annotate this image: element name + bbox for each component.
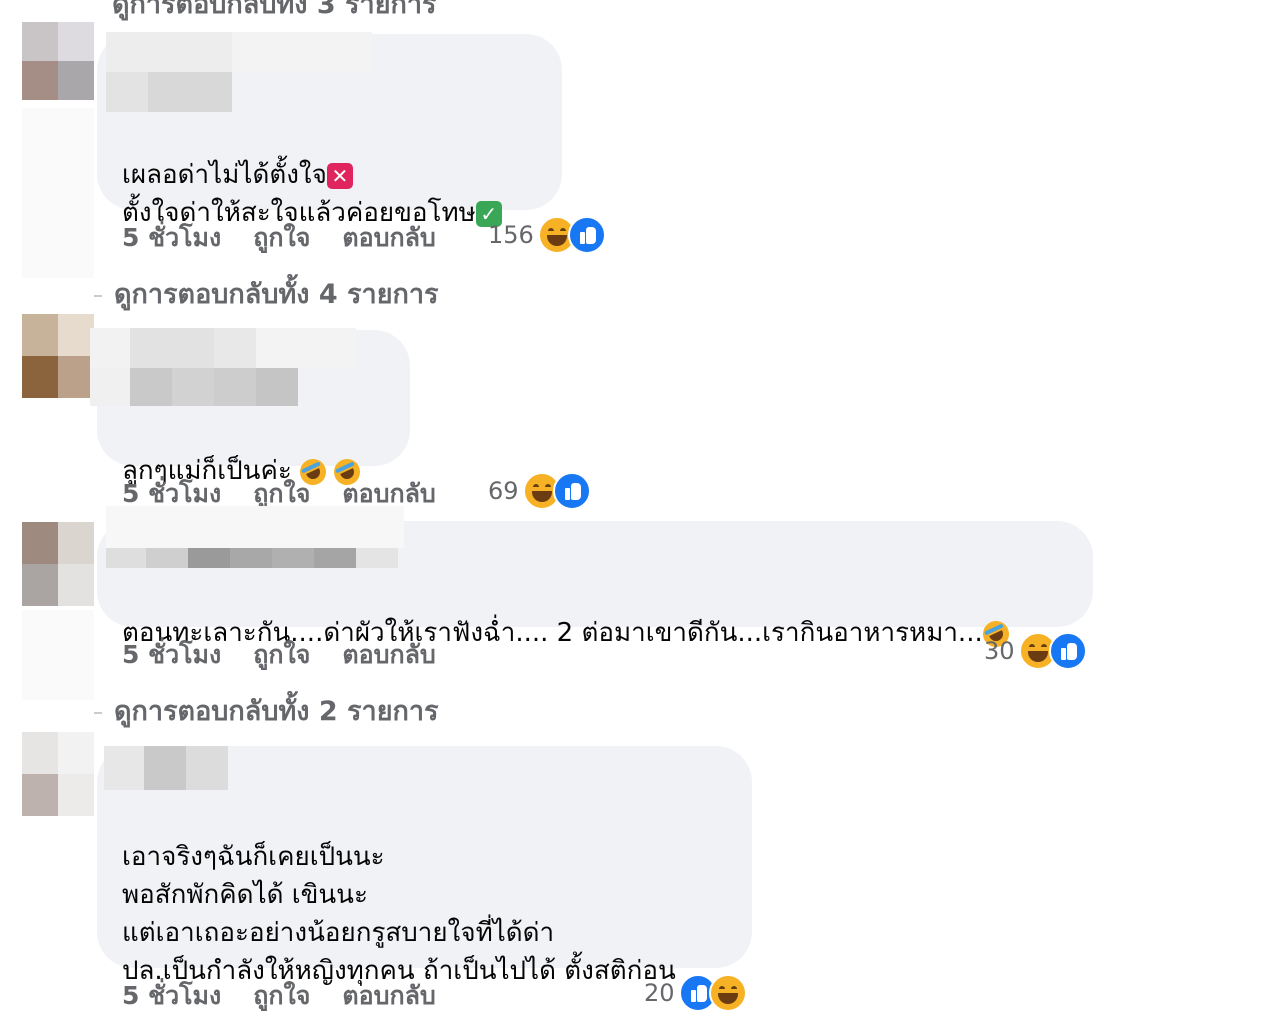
comment-line: แต่เอาเถอะอย่างน้อยกรูสบายใจที่ได้ด่า [122, 918, 555, 948]
reaction-count: 69 [488, 477, 519, 505]
like-button[interactable]: ถูกใจ [253, 976, 310, 1016]
like-reaction-icon [1048, 632, 1087, 670]
comment-text: เอาจริงๆฉันก็เคยเป็นนะ พอสักพักคิดได้ เข… [122, 800, 676, 990]
comment-line: เอาจริงๆฉันก็เคยเป็นนะ [122, 842, 385, 872]
reaction-summary[interactable]: 30 [984, 632, 1087, 670]
reply-button[interactable]: ตอบกลับ [342, 635, 435, 675]
comment-line: เผลอด่าไม่ได้ตั้งใจ [122, 160, 327, 190]
view-replies-label[interactable]: ดูการตอบกลับทั้ง 2 รายการ [114, 696, 439, 727]
view-replies-link[interactable]: ดูการตอบกลับทั้ง 4 รายการ [94, 272, 439, 315]
reaction-summary[interactable]: 69 [488, 472, 591, 510]
comment-actions: 5 ชั่วโมง ถูกใจ ตอบกลับ [122, 976, 436, 1016]
comment-line: พอสักพักคิดได้ เขินนะ [122, 880, 368, 910]
avatar[interactable] [22, 314, 94, 398]
reply-connector [94, 711, 102, 714]
commenter-name-blurred[interactable] [106, 506, 404, 568]
commenter-name-blurred[interactable] [106, 32, 372, 112]
avatar[interactable] [22, 732, 94, 816]
comment-actions: 5 ชั่วโมง ถูกใจ ตอบกลับ [122, 218, 436, 258]
avatar[interactable] [22, 22, 94, 100]
like-button[interactable]: ถูกใจ [253, 635, 310, 675]
comment-actions: 5 ชั่วโมง ถูกใจ ตอบกลับ [122, 635, 436, 675]
avatar[interactable] [22, 522, 94, 606]
view-replies-label[interactable]: ดูการตอบกลับทั้ง 4 รายการ [114, 279, 439, 310]
reply-connector [94, 294, 102, 297]
thread-line [22, 108, 94, 278]
view-replies-link[interactable]: ดูการตอบกลับทั้ง 2 รายการ [94, 689, 439, 732]
commenter-name-blurred[interactable] [104, 746, 228, 790]
reply-button[interactable]: ตอบกลับ [342, 218, 435, 258]
comment-timestamp[interactable]: 5 ชั่วโมง [122, 635, 221, 675]
cross-mark-emoji: ✕ [326, 162, 353, 189]
reaction-count: 156 [488, 221, 534, 249]
like-reaction-icon [567, 216, 606, 254]
reaction-summary[interactable]: 156 [488, 216, 606, 254]
comment-text: เผลอด่าไม่ได้ตั้งใจ ✕ ตั้งใจด่าให้สะใจแล้… [122, 118, 502, 232]
comment-timestamp[interactable]: 5 ชั่วโมง [122, 218, 221, 258]
view-replies-link-cutoff[interactable]: ดูการตอบกลับทั้ง 3 รายการ [112, 0, 437, 25]
reaction-count: 30 [984, 637, 1015, 665]
haha-reaction-icon [708, 974, 747, 1012]
like-reaction-icon [552, 472, 591, 510]
reply-button[interactable]: ตอบกลับ [342, 976, 435, 1016]
reaction-summary[interactable]: 20 [644, 974, 747, 1012]
reaction-count: 20 [644, 979, 675, 1007]
thread-line [22, 610, 94, 700]
commenter-name-blurred[interactable] [90, 328, 356, 406]
comment-timestamp[interactable]: 5 ชั่วโมง [122, 976, 221, 1016]
like-button[interactable]: ถูกใจ [253, 218, 310, 258]
